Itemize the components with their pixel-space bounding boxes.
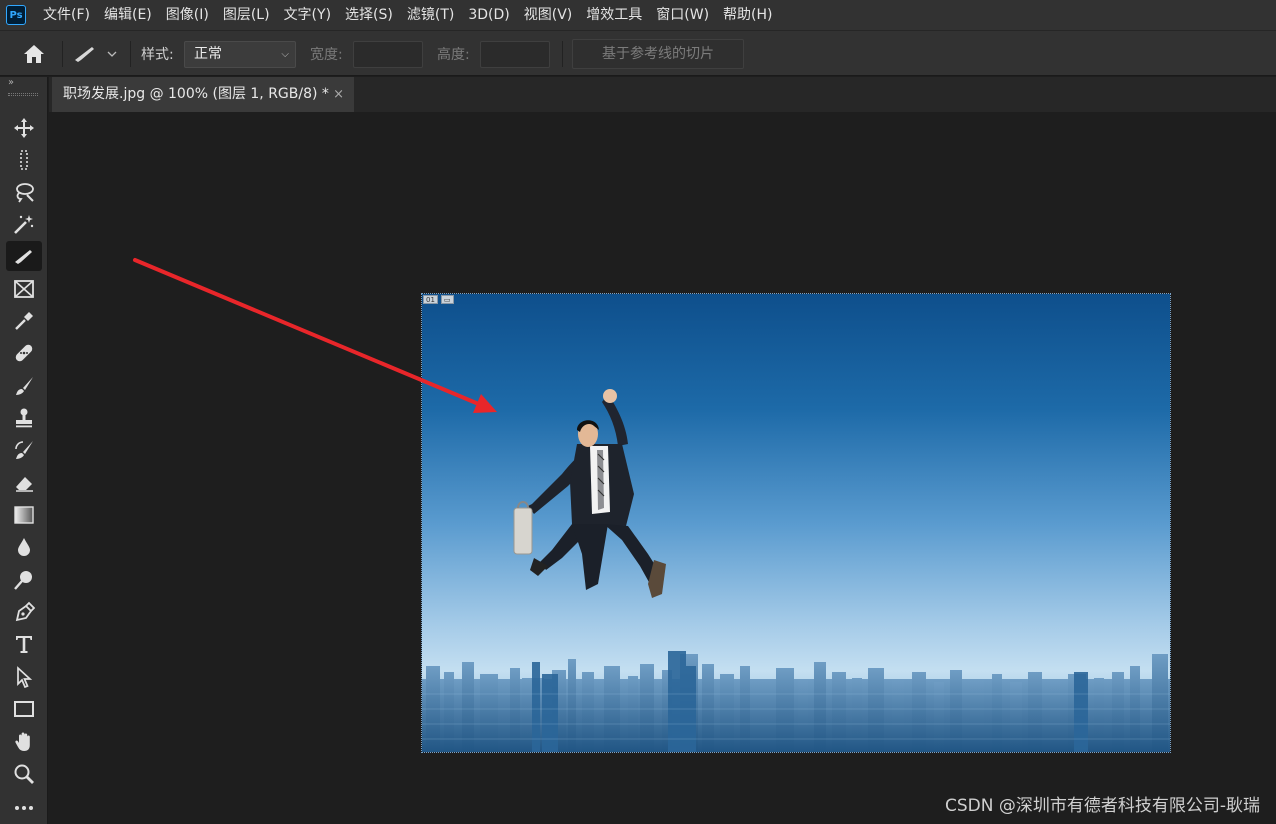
menu-view[interactable]: 视图(V) xyxy=(517,0,580,30)
magic-wand-icon xyxy=(14,215,34,234)
lasso-icon xyxy=(16,183,34,203)
blur-icon xyxy=(18,538,30,556)
tool-rectangle[interactable] xyxy=(6,694,42,724)
tool-magic-wand[interactable] xyxy=(6,209,42,239)
menu-layer[interactable]: 图层(L) xyxy=(216,0,277,30)
history-brush-icon xyxy=(15,441,33,459)
photoshop-logo-icon[interactable]: Ps xyxy=(6,5,26,25)
options-separator xyxy=(130,41,131,67)
tool-dodge[interactable] xyxy=(6,565,42,595)
menu-window[interactable]: 窗口(W) xyxy=(649,0,716,30)
eraser-icon xyxy=(16,477,33,492)
document-tab-title: 职场发展.jpg @ 100% (图层 1, RGB/8) * xyxy=(63,86,329,102)
tool-hand[interactable] xyxy=(6,727,42,757)
marquee-icon xyxy=(20,150,28,170)
home-icon xyxy=(24,45,44,63)
type-icon xyxy=(16,636,32,653)
pen-icon xyxy=(15,601,35,622)
slice-icon xyxy=(75,47,94,62)
slice-number-badge: 01 xyxy=(423,295,438,304)
style-select[interactable]: 正常 ⌵ xyxy=(184,41,296,68)
menu-help[interactable]: 帮助(H) xyxy=(716,0,779,30)
document-image[interactable]: 01 ▭ xyxy=(421,293,1171,753)
style-label: 样式: xyxy=(141,47,174,63)
options-separator xyxy=(62,41,63,67)
close-icon[interactable]: × xyxy=(333,77,344,112)
photo-jumping-businessman xyxy=(422,294,1170,752)
canvas-area[interactable]: 01 ▭ CSDN @深圳市有德者科技有限公司-耿瑞 xyxy=(49,112,1276,824)
tool-frame[interactable] xyxy=(6,274,42,304)
tool-blur[interactable] xyxy=(6,532,42,562)
path-selection-icon xyxy=(17,666,33,688)
tool-preset-picker[interactable] xyxy=(72,39,124,69)
width-input[interactable] xyxy=(353,41,423,68)
tool-move[interactable] xyxy=(6,113,42,143)
more-tools-icon xyxy=(15,806,33,810)
slice-type-badge: ▭ xyxy=(440,295,454,304)
tool-more[interactable] xyxy=(6,793,42,823)
menu-filter[interactable]: 滤镜(T) xyxy=(400,0,461,30)
menu-file[interactable]: 文件(F) xyxy=(36,0,97,30)
collapse-panel-icon[interactable]: ›› xyxy=(8,77,14,88)
height-label: 高度: xyxy=(437,47,470,63)
tool-lasso[interactable] xyxy=(6,177,42,207)
layer-badges: 01 ▭ xyxy=(423,295,454,304)
tool-brush[interactable] xyxy=(6,371,42,401)
menu-3d[interactable]: 3D(D) xyxy=(461,0,516,30)
options-separator xyxy=(562,41,563,67)
document-tab[interactable]: 职场发展.jpg @ 100% (图层 1, RGB/8) * × xyxy=(52,77,354,112)
slice-icon xyxy=(15,250,32,264)
menu-type[interactable]: 文字(Y) xyxy=(277,0,338,30)
tool-eyedropper[interactable] xyxy=(6,306,42,336)
tool-history-brush[interactable] xyxy=(6,435,42,465)
style-select-value: 正常 xyxy=(194,46,222,62)
home-button[interactable] xyxy=(18,39,50,69)
tool-gradient[interactable] xyxy=(6,500,42,530)
eyedropper-icon xyxy=(15,312,33,330)
frame-icon xyxy=(14,280,34,298)
document-tab-bar: 职场发展.jpg @ 100% (图层 1, RGB/8) * × xyxy=(49,77,1276,112)
options-bar: 样式: 正常 ⌵ 宽度: 高度: 基于参考线的切片 xyxy=(0,30,1276,76)
menu-plugins[interactable]: 增效工具 xyxy=(579,0,649,30)
tool-pen[interactable] xyxy=(6,597,42,627)
gradient-icon xyxy=(14,506,34,524)
tool-slice[interactable] xyxy=(6,241,42,271)
tools-panel: ›› xyxy=(0,77,48,824)
zoom-icon xyxy=(14,764,34,784)
tool-healing-brush[interactable] xyxy=(6,338,42,368)
slices-from-guides-button[interactable]: 基于参考线的切片 xyxy=(572,39,744,69)
menu-bar: Ps 文件(F) 编辑(E) 图像(I) 图层(L) 文字(Y) 选择(S) 滤… xyxy=(0,0,1276,30)
tool-eraser[interactable] xyxy=(6,468,42,498)
tool-zoom[interactable] xyxy=(6,759,42,789)
dodge-icon xyxy=(14,571,32,590)
rectangle-icon xyxy=(14,701,34,717)
watermark: CSDN @深圳市有德者科技有限公司-耿瑞 xyxy=(944,796,1260,816)
menu-select[interactable]: 选择(S) xyxy=(338,0,400,30)
hand-icon xyxy=(15,732,30,751)
healing-brush-icon xyxy=(15,344,33,362)
tool-clone-stamp[interactable] xyxy=(6,403,42,433)
menu-image[interactable]: 图像(I) xyxy=(159,0,216,30)
height-input[interactable] xyxy=(480,41,550,68)
brush-icon xyxy=(16,377,33,395)
menu-edit[interactable]: 编辑(E) xyxy=(97,0,159,30)
chevron-down-icon: ⌵ xyxy=(281,49,289,60)
panel-grip[interactable] xyxy=(8,93,38,96)
move-icon xyxy=(14,118,34,138)
tool-type[interactable] xyxy=(6,629,42,659)
chevron-down-icon xyxy=(107,51,117,57)
tool-path-selection[interactable] xyxy=(6,662,42,692)
width-label: 宽度: xyxy=(310,47,343,63)
tool-marquee[interactable] xyxy=(6,145,42,175)
clone-stamp-icon xyxy=(16,408,32,428)
